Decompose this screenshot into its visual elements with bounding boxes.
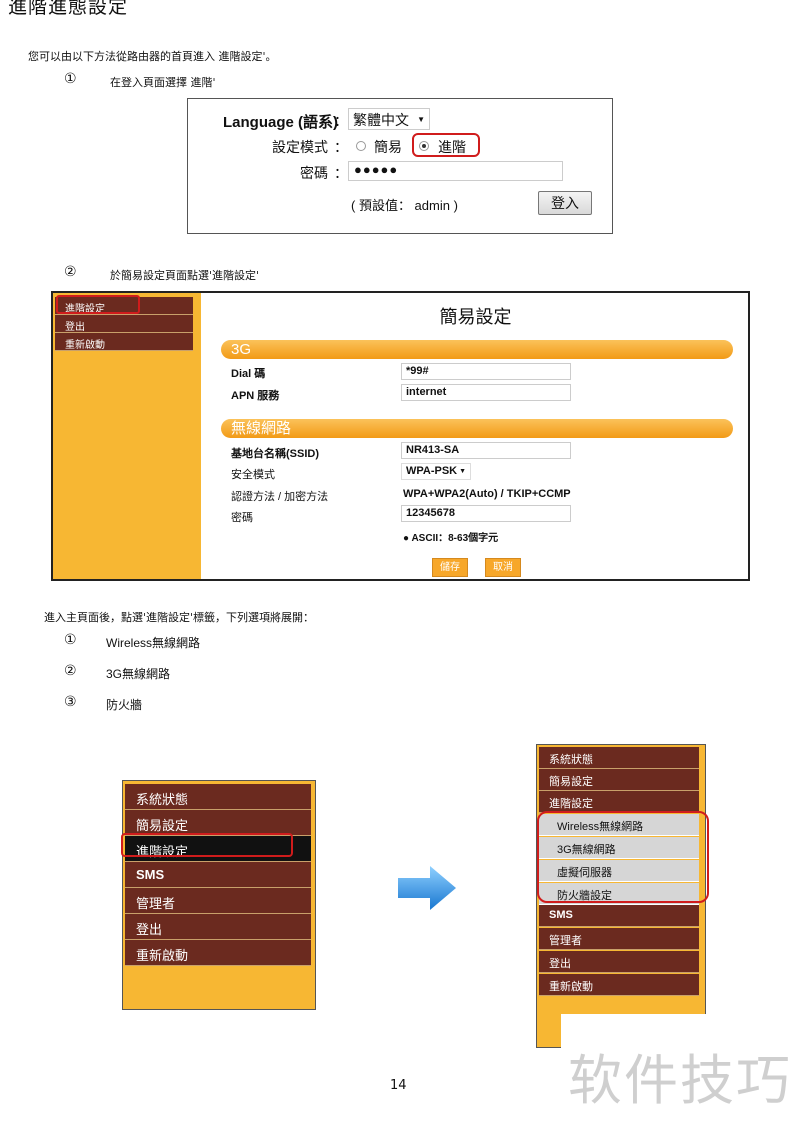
auth-label: 認證方法 / 加密方法 (231, 491, 329, 503)
key-input[interactable]: 12345678 (401, 505, 571, 522)
menu-item-admin[interactable]: 管理者 (125, 888, 311, 914)
save-button[interactable]: 儲存 (432, 558, 468, 577)
mode-simple-radio[interactable] (356, 141, 366, 151)
menu2-item-simple-setup[interactable]: 簡易設定 (539, 769, 699, 791)
list-3-text: 防火牆 (106, 698, 143, 712)
language-select[interactable]: 繁體中文 ▼ (348, 108, 430, 130)
password-field[interactable]: ●●●●● (348, 161, 563, 181)
ssid-input[interactable]: NR413-SA (401, 442, 571, 459)
login-panel: Language (語系) ： 繁體中文 ▼ 設定模式 ： 簡易 進階 密碼 ：… (187, 98, 613, 234)
section-wireless-header: 無線網路 (221, 419, 733, 438)
language-label: Language (語系) (223, 114, 338, 131)
list-2-text: 3G無線網路 (106, 667, 171, 681)
menu-item-reboot[interactable]: 重新啟動 (125, 940, 311, 966)
list-1-number: ① (64, 632, 77, 648)
mode-simple-label: 簡易 (374, 139, 402, 155)
section-3g-header: 3G (221, 340, 733, 359)
mode-label: 設定模式 (272, 139, 328, 155)
step-1-text: 在登入頁面選擇 進階' (110, 76, 216, 89)
language-colon: ： (334, 113, 348, 129)
security-select[interactable]: WPA-PSK ▼ (401, 463, 471, 480)
key-label: 密碼 (231, 512, 253, 524)
list-3-number: ③ (64, 694, 77, 710)
page-number: 14 (390, 1078, 407, 1093)
step-1-number: ① (64, 71, 77, 87)
menu2-item-admin[interactable]: 管理者 (539, 928, 699, 950)
password-colon: ： (334, 165, 348, 181)
auth-value: WPA+WPA2(Auto) / TKIP+CCMP (403, 488, 571, 500)
setup-title: 簡易設定 (439, 307, 512, 328)
menu-before-expand: 系統狀態 簡易設定 進階設定 SMS 管理者 登出 重新啟動 (121, 780, 316, 1010)
dial-input[interactable]: *99# (401, 363, 571, 380)
menu-item-status[interactable]: 系統狀態 (125, 784, 311, 810)
document-title: 進階進態設定 (8, 0, 129, 18)
chevron-down-icon: ▼ (417, 115, 425, 124)
default-password-hint: ( 預設值： admin ) (351, 198, 458, 213)
key-hint-text: ASCII：8-63個字元 (411, 533, 499, 544)
watermark: 软件技巧 (568, 1049, 792, 1112)
apn-input[interactable]: internet (401, 384, 571, 401)
menu-item-logout[interactable]: 登出 (125, 914, 311, 940)
step-2-text: 於簡易設定頁面點選'進階設定' (110, 269, 260, 282)
key-hint: ● ASCII：8-63個字元 (403, 529, 498, 544)
menu2-item-status[interactable]: 系統狀態 (539, 747, 699, 769)
menu2-item-advanced[interactable]: 進階設定 (539, 791, 699, 813)
password-label: 密碼 (300, 165, 328, 181)
login-button[interactable]: 登入 (538, 191, 592, 215)
sidebar-item-reboot[interactable]: 重新啟動 (55, 333, 193, 351)
apn-label: APN 服務 (231, 390, 280, 402)
menu2-item-sms[interactable]: SMS (539, 905, 699, 927)
security-value: WPA-PSK (406, 465, 458, 477)
menu2-item-reboot[interactable]: 重新啟動 (539, 974, 699, 996)
menu2-item-logout[interactable]: 登出 (539, 951, 699, 973)
intro-text: 您可以由以下方法從路由器的首頁進入 進階設定'。 (28, 50, 277, 63)
sidebar-item-logout[interactable]: 登出 (55, 315, 193, 333)
menu-after-expand: 系統狀態 簡易設定 進階設定 Wireless無線網路 3G無線網路 虛擬伺服器… (536, 744, 709, 1048)
language-value: 繁體中文 (353, 112, 409, 128)
advanced-menu-highlight-box (121, 833, 293, 857)
expand-text: 進入主頁面後，點選'進階設定'標籤，下列選項將展開： (44, 611, 315, 624)
advanced-highlight-box (412, 133, 480, 157)
arrow-right-icon (398, 866, 456, 910)
ssid-label: 基地台名稱(SSID) (231, 448, 319, 460)
dial-label: Dial 碼 (231, 368, 266, 380)
step-2-number: ② (64, 264, 77, 280)
mode-colon: ： (334, 139, 348, 155)
list-1-text: Wireless無線網路 (106, 636, 201, 650)
sidebar-highlight-box (56, 295, 140, 314)
setup-sidebar: 進階設定 登出 重新啟動 (53, 293, 201, 579)
security-label: 安全模式 (231, 469, 275, 481)
simple-setup-panel: 進階設定 登出 重新啟動 簡易設定 3G Dial 碼 *99# APN 服務 … (51, 291, 750, 581)
list-2-number: ② (64, 663, 77, 679)
submenu-highlight-box (537, 811, 709, 903)
cancel-button[interactable]: 取消 (485, 558, 521, 577)
menu-item-sms[interactable]: SMS (125, 862, 311, 888)
chevron-down-icon: ▼ (459, 468, 466, 475)
